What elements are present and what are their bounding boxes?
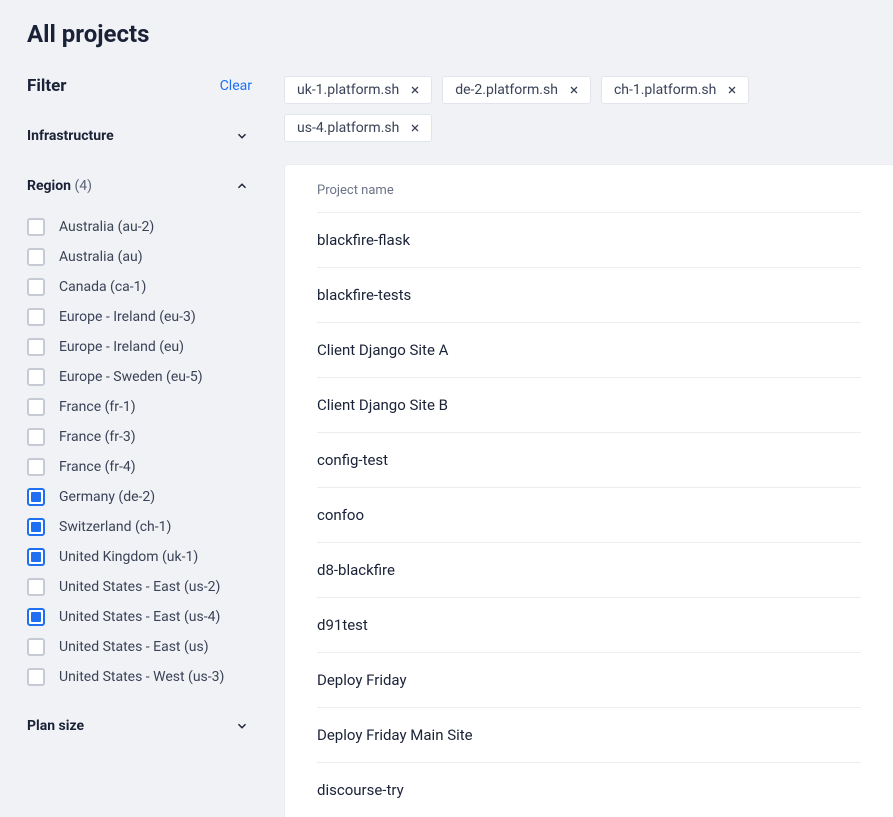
filter-heading: Filter <box>27 76 67 96</box>
close-icon[interactable] <box>407 120 423 136</box>
filter-section-plan-size[interactable]: Plan size <box>27 710 252 742</box>
table-row[interactable]: blackfire-tests <box>317 267 861 322</box>
table-row[interactable]: Deploy Friday <box>317 652 861 707</box>
filter-option-region[interactable]: Canada (ca-1) <box>27 272 252 302</box>
filter-section-title: Region (4) <box>27 178 92 194</box>
checkbox[interactable] <box>27 638 45 656</box>
chip-label: de-2.platform.sh <box>455 82 558 98</box>
filter-option-label: Australia (au-2) <box>59 219 154 235</box>
close-icon[interactable] <box>407 82 423 98</box>
filter-option-label: United Kingdom (uk-1) <box>59 549 198 565</box>
checkbox[interactable] <box>27 308 45 326</box>
active-filter-chips: uk-1.platform.sh de-2.platform.sh ch-1.pla… <box>284 76 893 142</box>
filter-option-region[interactable]: Australia (au) <box>27 242 252 272</box>
filter-option-region[interactable]: Germany (de-2) <box>27 482 252 512</box>
filter-option-label: France (fr-4) <box>59 459 136 475</box>
filter-option-label: Germany (de-2) <box>59 489 155 505</box>
table-row[interactable]: blackfire-flask <box>317 212 861 267</box>
checkbox[interactable] <box>27 518 45 536</box>
checkbox[interactable] <box>27 338 45 356</box>
close-icon[interactable] <box>724 82 740 98</box>
filter-chip: ch-1.platform.sh <box>601 76 749 104</box>
chevron-down-icon <box>232 126 252 146</box>
table-row[interactable]: Client Django Site A <box>317 322 861 377</box>
close-icon[interactable] <box>566 82 582 98</box>
filter-option-region[interactable]: France (fr-3) <box>27 422 252 452</box>
checkbox[interactable] <box>27 668 45 686</box>
filter-option-region[interactable]: United States - East (us) <box>27 632 252 662</box>
filter-count: (4) <box>74 178 92 194</box>
filter-option-label: Europe - Sweden (eu-5) <box>59 369 203 385</box>
filter-option-label: Europe - Ireland (eu) <box>59 339 184 355</box>
checkbox[interactable] <box>27 278 45 296</box>
filter-option-label: France (fr-3) <box>59 429 136 445</box>
table-row[interactable]: discourse-try <box>317 762 861 817</box>
filter-option-region[interactable]: United Kingdom (uk-1) <box>27 542 252 572</box>
chip-label: us-4.platform.sh <box>297 120 399 136</box>
checkbox[interactable] <box>27 368 45 386</box>
table-row[interactable]: config-test <box>317 432 861 487</box>
filter-option-label: United States - West (us-3) <box>59 669 224 685</box>
table-row[interactable]: d8-blackfire <box>317 542 861 597</box>
filter-option-region[interactable]: United States - East (us-4) <box>27 602 252 632</box>
chip-label: ch-1.platform.sh <box>614 82 716 98</box>
chevron-up-icon <box>232 176 252 196</box>
filter-option-region[interactable]: France (fr-4) <box>27 452 252 482</box>
filter-section-title: Infrastructure <box>27 128 114 144</box>
clear-filters-link[interactable]: Clear <box>220 78 252 94</box>
filter-option-label: United States - East (us-4) <box>59 609 220 625</box>
filter-option-region[interactable]: Europe - Ireland (eu) <box>27 332 252 362</box>
projects-panel: Project name blackfire-flaskblackfire-te… <box>284 164 893 817</box>
checkbox[interactable] <box>27 608 45 626</box>
filter-chip: uk-1.platform.sh <box>284 76 432 104</box>
filter-option-label: Switzerland (ch-1) <box>59 519 171 535</box>
filter-option-region[interactable]: Europe - Sweden (eu-5) <box>27 362 252 392</box>
filter-sidebar: Filter Clear Infrastructure Region (4) <box>27 76 252 817</box>
chip-label: uk-1.platform.sh <box>297 82 399 98</box>
filter-option-label: France (fr-1) <box>59 399 136 415</box>
filter-option-region[interactable]: Switzerland (ch-1) <box>27 512 252 542</box>
filter-option-region[interactable]: France (fr-1) <box>27 392 252 422</box>
filter-section-region[interactable]: Region (4) <box>27 170 252 202</box>
checkbox[interactable] <box>27 488 45 506</box>
checkbox[interactable] <box>27 458 45 476</box>
table-row[interactable]: Client Django Site B <box>317 377 861 432</box>
filter-option-label: United States - East (us-2) <box>59 579 220 595</box>
filter-option-label: United States - East (us) <box>59 639 209 655</box>
filter-section-infrastructure[interactable]: Infrastructure <box>27 120 252 152</box>
checkbox[interactable] <box>27 578 45 596</box>
table-row[interactable]: d91test <box>317 597 861 652</box>
filter-chip: us-4.platform.sh <box>284 114 432 142</box>
page-title: All projects <box>27 0 893 76</box>
filter-option-region[interactable]: United States - West (us-3) <box>27 662 252 692</box>
filter-chip: de-2.platform.sh <box>442 76 591 104</box>
table-row[interactable]: confoo <box>317 487 861 542</box>
main-content: uk-1.platform.sh de-2.platform.sh ch-1.pla… <box>284 76 893 817</box>
table-row[interactable]: Deploy Friday Main Site <box>317 707 861 762</box>
checkbox[interactable] <box>27 428 45 446</box>
filter-option-region[interactable]: United States - East (us-2) <box>27 572 252 602</box>
table-column-header: Project name <box>285 165 893 212</box>
filter-section-title: Plan size <box>27 718 84 734</box>
checkbox[interactable] <box>27 398 45 416</box>
filter-option-region[interactable]: Australia (au-2) <box>27 212 252 242</box>
filter-option-region[interactable]: Europe - Ireland (eu-3) <box>27 302 252 332</box>
chevron-down-icon <box>232 716 252 736</box>
filter-option-label: Canada (ca-1) <box>59 279 146 295</box>
checkbox[interactable] <box>27 218 45 236</box>
checkbox[interactable] <box>27 248 45 266</box>
filter-option-label: Australia (au) <box>59 249 143 265</box>
filter-option-label: Europe - Ireland (eu-3) <box>59 309 196 325</box>
checkbox[interactable] <box>27 548 45 566</box>
